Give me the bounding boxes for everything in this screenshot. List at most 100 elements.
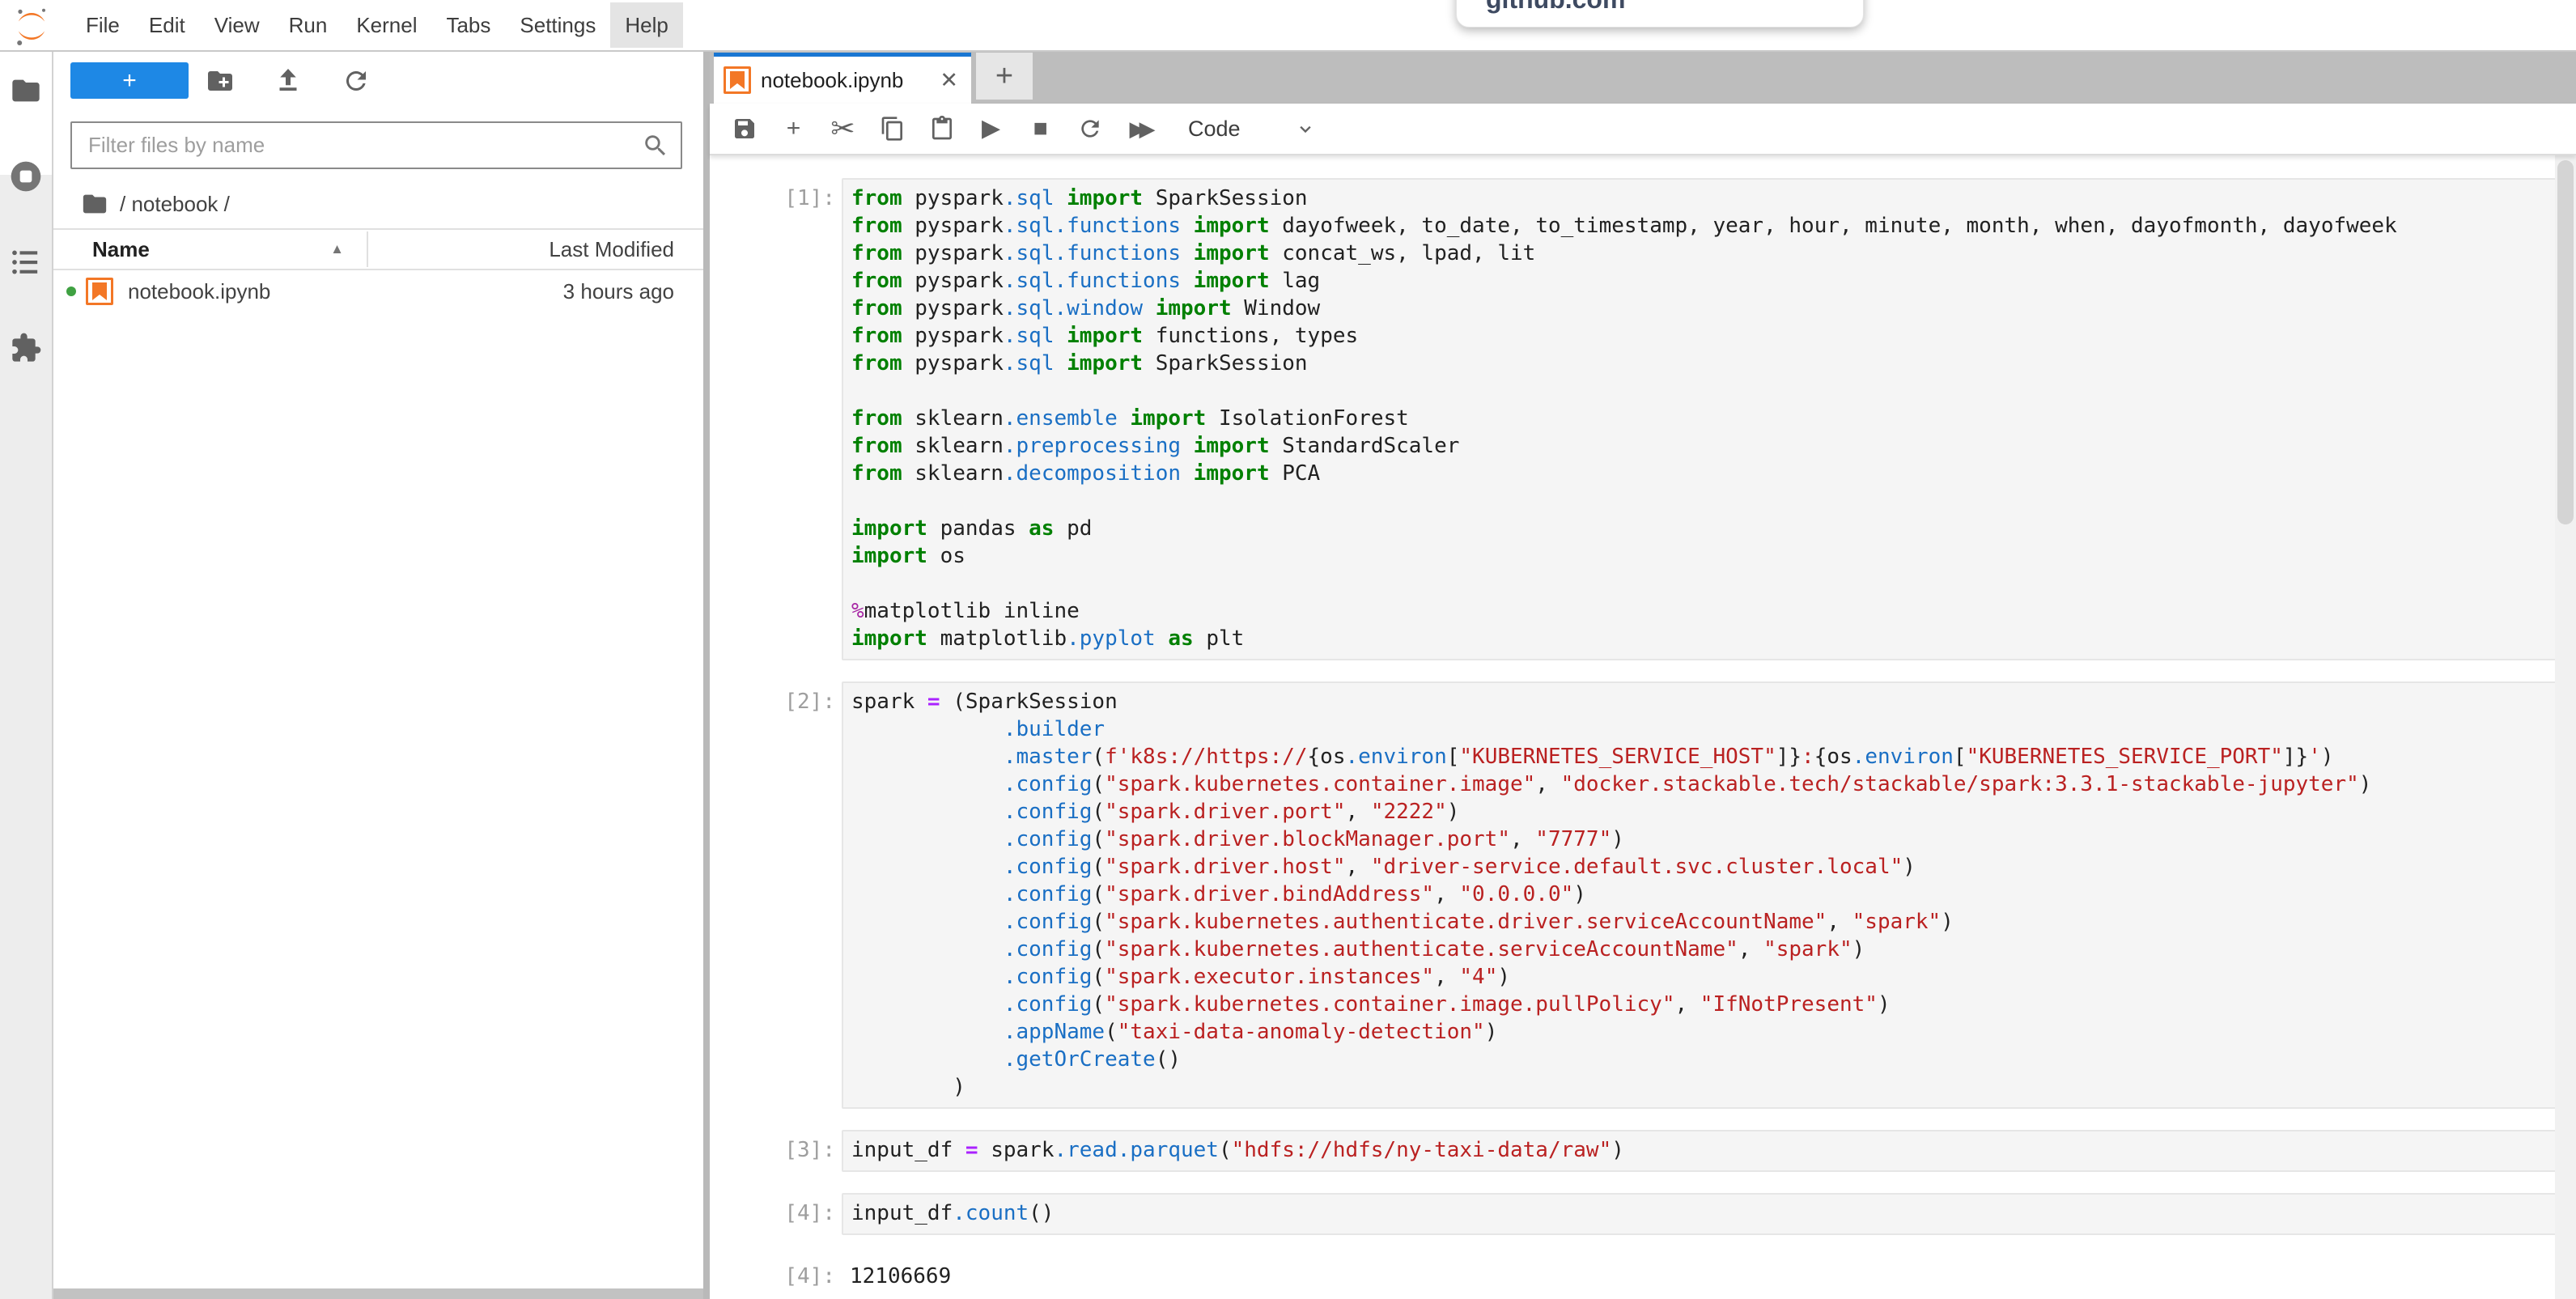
cell-editor[interactable]: from pyspark.sql import SparkSession from… [842, 178, 2555, 660]
run-all-button[interactable]: ▶▶ [1114, 104, 1170, 153]
menu-kernel[interactable]: Kernel [342, 2, 431, 48]
refresh-button[interactable] [337, 62, 376, 99]
code-line: 12106669 [850, 1263, 951, 1290]
code-line: .builder [851, 715, 2555, 743]
menu-view[interactable]: View [200, 2, 274, 48]
jupyter-logo-icon [13, 7, 50, 46]
code-line: .config("spark.driver.port", "2222") [851, 798, 2555, 826]
file-row[interactable]: notebook.ipynb 3 hours ago [53, 269, 703, 314]
file-list: notebook.ipynb 3 hours ago [53, 269, 703, 314]
list-icon [10, 246, 42, 278]
cell-editor[interactable]: input_df.count() [842, 1193, 2555, 1235]
sidebar-item-extensions[interactable] [0, 322, 52, 374]
run-button[interactable]: ▶ [966, 104, 1016, 153]
breadcrumb[interactable]: / notebook / [53, 180, 703, 228]
stop-icon: ■ [1033, 117, 1047, 141]
code-line: .config("spark.driver.blockManager.port"… [851, 826, 2555, 853]
main-dock: notebook.ipynb ✕ + + ✂ ▶ ■ [710, 50, 2576, 1299]
code-cell: [3]:input_df = spark.read.parquet("hdfs:… [710, 1130, 2555, 1172]
code-cell: [2]:spark = (SparkSession .builder .mast… [710, 681, 2555, 1109]
menu-tabs[interactable]: Tabs [431, 2, 505, 48]
column-header-last-modified[interactable]: Last Modified [549, 237, 674, 262]
code-line: spark = (SparkSession [851, 688, 2555, 715]
restart-kernel-button[interactable] [1065, 104, 1114, 153]
input-prompt: [4]: [710, 1193, 835, 1235]
left-sidebar-strip [0, 52, 53, 1299]
new-launcher-button[interactable]: + [70, 62, 189, 99]
sidebar-item-file-browser[interactable] [0, 65, 52, 117]
paste-icon [929, 116, 955, 142]
code-line: .config("spark.kubernetes.authenticate.s… [851, 936, 2555, 963]
file-browser-hscrollbar[interactable] [53, 1288, 703, 1299]
sidebar-item-table-of-contents[interactable] [0, 236, 52, 288]
cut-cells-button[interactable]: ✂ [818, 104, 868, 153]
code-line [851, 487, 2555, 515]
upload-icon [274, 66, 303, 96]
menu-bar: File Edit View Run Kernel Tabs Settings … [0, 0, 2576, 52]
popup-site-text: github.com [1486, 0, 1625, 15]
new-tab-button[interactable]: + [976, 53, 1033, 100]
save-icon [732, 116, 758, 142]
scissors-icon: ✂ [830, 114, 855, 143]
stop-circle-icon [8, 159, 44, 194]
tab-notebook[interactable]: notebook.ipynb ✕ [714, 53, 971, 104]
cell-type-dropdown[interactable]: Code [1188, 117, 1317, 142]
cell-editor[interactable]: spark = (SparkSession .builder .master(f… [842, 681, 2555, 1109]
sidebar-item-running-kernels[interactable] [0, 151, 52, 202]
copy-icon [880, 116, 906, 142]
code-line: from sklearn.preprocessing import Standa… [851, 432, 2555, 460]
notebook-toolbar: + ✂ ▶ ■ ▶▶ Code [710, 104, 2576, 155]
code-line: from pyspark.sql import SparkSession [851, 350, 2555, 377]
tab-bar: notebook.ipynb ✕ + [710, 50, 2576, 104]
notebook-scrollbar[interactable] [2555, 154, 2576, 1299]
close-icon[interactable]: ✕ [940, 68, 958, 93]
folder-icon [10, 74, 42, 107]
interrupt-kernel-button[interactable]: ■ [1016, 104, 1065, 153]
filter-files-input[interactable] [72, 133, 637, 158]
breadcrumb-path: / notebook / [120, 192, 230, 217]
file-last-modified: 3 hours ago [563, 279, 674, 304]
code-line: .master(f'k8s://https://{os.environ["KUB… [851, 743, 2555, 770]
browser-popup: github.com [1456, 0, 1864, 28]
insert-cell-button[interactable]: + [769, 104, 818, 153]
menu-file[interactable]: File [71, 2, 134, 48]
home-folder-icon[interactable] [81, 190, 108, 218]
file-name: notebook.ipynb [128, 279, 270, 304]
file-list-header: Name ▲ Last Modified [53, 228, 703, 270]
code-line: .appName("taxi-data-anomaly-detection") [851, 1018, 2555, 1046]
input-prompt: [2]: [710, 681, 835, 1109]
scrollbar-thumb[interactable] [2557, 160, 2574, 524]
code-line: .config("spark.kubernetes.container.imag… [851, 770, 2555, 798]
code-line: from pyspark.sql.functions import lag [851, 267, 2555, 295]
copy-cells-button[interactable] [868, 104, 917, 153]
upload-button[interactable] [269, 62, 308, 99]
code-line: from sklearn.ensemble import IsolationFo… [851, 405, 2555, 432]
tab-label: notebook.ipynb [761, 68, 903, 93]
output-text: 12106669 [850, 1256, 951, 1290]
code-line: .config("spark.kubernetes.authenticate.d… [851, 908, 2555, 936]
plus-icon: + [787, 117, 801, 141]
menu-edit[interactable]: Edit [134, 2, 200, 48]
code-line: import os [851, 542, 2555, 570]
code-line: from pyspark.sql.window import Window [851, 295, 2555, 322]
input-prompt: [1]: [710, 178, 835, 660]
panel-resize-divider[interactable] [703, 52, 710, 1299]
code-cell: [1]:from pyspark.sql import SparkSession… [710, 178, 2555, 660]
notebook-icon [724, 66, 751, 94]
cell-editor[interactable]: input_df = spark.read.parquet("hdfs://hd… [842, 1130, 2555, 1172]
kernel-running-dot-icon [66, 287, 76, 296]
paste-cells-button[interactable] [917, 104, 966, 153]
code-line: from sklearn.decomposition import PCA [851, 460, 2555, 487]
input-prompt: [3]: [710, 1130, 835, 1172]
sort-ascending-icon: ▲ [330, 241, 344, 257]
code-line: input_df.count() [851, 1199, 2555, 1227]
save-button[interactable] [719, 104, 769, 153]
code-line: import pandas as pd [851, 515, 2555, 542]
menu-run[interactable]: Run [274, 2, 342, 48]
output-area: [4]:12106669 [710, 1256, 2555, 1290]
menu-help[interactable]: Help [610, 2, 682, 48]
column-header-name[interactable]: Name [92, 237, 150, 262]
new-folder-button[interactable] [201, 62, 240, 99]
fast-forward-icon: ▶▶ [1130, 118, 1149, 139]
menu-settings[interactable]: Settings [505, 2, 610, 48]
